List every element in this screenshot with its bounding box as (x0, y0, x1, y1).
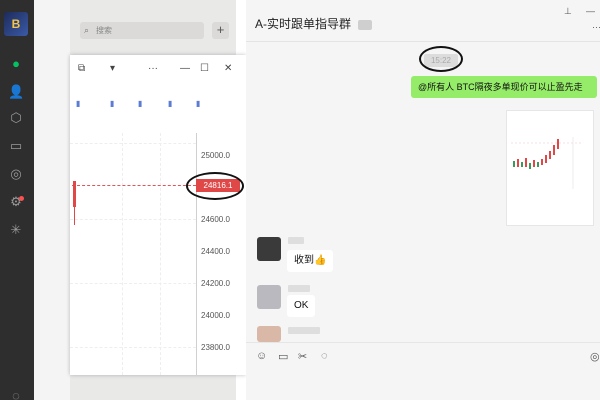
scissors-icon[interactable]: ✂ (298, 350, 307, 363)
grid-line (70, 219, 196, 220)
avatar[interactable] (257, 237, 281, 261)
maximize-icon[interactable]: ☐ (200, 63, 209, 74)
search-input[interactable]: ⌕ 搜索 (80, 22, 204, 39)
tool-icon[interactable]: ▮ (168, 99, 172, 108)
notification-dot (19, 196, 24, 201)
sender-name (288, 327, 320, 334)
phone-icon[interactable]: ◌ (8, 388, 24, 400)
highlight-ellipse (419, 46, 463, 72)
candle-wick (74, 207, 75, 225)
grid-line (70, 283, 196, 284)
tool-icon[interactable]: ▮ (196, 99, 200, 108)
y-tick: 24000.0 (201, 311, 230, 320)
y-tick: 25000.0 (201, 151, 230, 160)
nav-rail: B ● 👤 ⬡ ▭ ◎ ⚙ ✳ ◌ (0, 0, 34, 400)
moments-icon[interactable]: ◎ (8, 166, 24, 182)
grid-line (70, 143, 196, 144)
sender-name (288, 285, 310, 292)
chat-title: A-实时跟单指导群 (255, 15, 373, 32)
chart-thumbnail (511, 137, 583, 189)
add-button[interactable]: + (212, 22, 229, 39)
close-icon[interactable]: ✕ (224, 63, 232, 74)
y-tick: 24600.0 (201, 215, 230, 224)
search-placeholder: 搜索 (96, 26, 112, 35)
user-avatar[interactable]: B (4, 12, 28, 36)
avatar[interactable] (257, 326, 281, 342)
minimize-icon[interactable]: — (586, 6, 595, 16)
y-tick: 23800.0 (201, 343, 230, 352)
chat-bubble-icon[interactable]: ◌ (321, 350, 328, 362)
wechat-window: B ● 👤 ⬡ ▭ ◎ ⚙ ✳ ◌ ⌕ 搜索 + ⧉ ▾ ··· — ☐ ✕ ▮… (0, 0, 600, 400)
background-strip (34, 0, 70, 400)
voice-icon[interactable]: ◎ (590, 350, 600, 363)
highlight-ellipse (186, 172, 244, 200)
sender-name (288, 237, 304, 244)
y-tick: 24200.0 (201, 279, 230, 288)
chat-icon[interactable]: ● (8, 56, 24, 72)
sparkle-icon[interactable]: ✳ (8, 222, 24, 238)
avatar[interactable] (257, 285, 281, 309)
grid-line (70, 347, 196, 348)
incoming-message[interactable]: 收到👍 (287, 250, 334, 272)
grid-line (160, 133, 161, 375)
folder-icon[interactable]: ▭ (8, 138, 24, 154)
tool-icon[interactable]: ▮ (110, 99, 114, 108)
restore-icon[interactable]: ⧉ (78, 63, 85, 74)
current-price-line (72, 185, 196, 186)
outgoing-message[interactable]: @所有人 BTC隔夜多单现价可以止盈先走 (411, 76, 597, 98)
chart-toolbar: ▮ ▮ ▮ ▮ ▮ (70, 99, 246, 113)
emoji-icon[interactable]: ☺ (256, 350, 267, 362)
y-tick: 24400.0 (201, 247, 230, 256)
more-icon[interactable]: ··· (592, 22, 600, 32)
chart-titlebar: ⧉ ▾ ··· — ☐ ✕ (70, 55, 246, 85)
outgoing-image[interactable] (506, 110, 594, 226)
box-icon[interactable]: ⬡ (8, 110, 24, 126)
dropdown-icon[interactable]: ▾ (110, 63, 115, 74)
chat-title-text: A-实时跟单指导群 (255, 17, 352, 31)
minimize-icon[interactable]: — (180, 63, 190, 74)
tool-icon[interactable]: ▮ (138, 99, 142, 108)
blurred-text (358, 19, 373, 30)
search-icon: ⌕ (84, 25, 90, 35)
pin-icon[interactable]: ⊥ (564, 6, 572, 17)
contacts-icon[interactable]: 👤 (8, 84, 24, 100)
more-icon[interactable]: ··· (148, 63, 158, 74)
candle (73, 181, 76, 207)
incoming-message[interactable]: OK (287, 295, 316, 317)
tool-icon[interactable]: ▮ (76, 99, 80, 108)
grid-line (122, 133, 123, 375)
folder-icon[interactable]: ▭ (278, 350, 288, 363)
